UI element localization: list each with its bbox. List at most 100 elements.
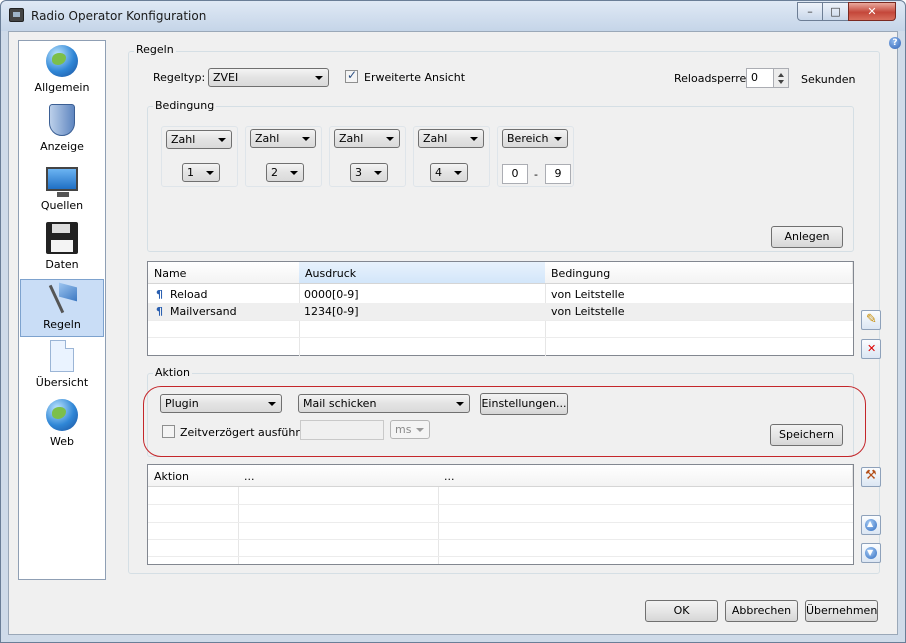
column-header-col2[interactable]: ... [238,465,439,487]
sidebar-item-quellen[interactable]: Quellen [20,161,104,219]
condition-type-select-2[interactable]: Zahl [250,129,316,148]
sidebar-item-label: Übersicht [35,376,89,389]
condition-value-select-4[interactable]: 4 [430,163,468,182]
globe-icon [46,45,78,77]
title-bar[interactable]: Radio Operator Konfiguration – □ ✕ [1,1,905,31]
condition-value-select-3[interactable]: 3 [350,163,388,182]
spin-up-icon[interactable] [778,73,784,77]
paragraph-icon: ¶ [156,288,163,301]
column-divider [438,487,439,564]
erweitert-label: Erweiterte Ansicht [364,71,466,84]
bereich-type-value: Bereich [507,132,549,145]
chevron-down-icon [456,402,464,406]
chevron-down-icon [416,428,424,432]
sidebar-item-regeln[interactable]: Regeln [20,279,104,337]
row-divider [148,556,853,557]
monitor-icon [46,167,78,197]
radio-app-icon [9,8,24,22]
sekunden-label: Sekunden [801,73,856,86]
chevron-down-icon [302,137,310,141]
anlegen-button[interactable]: Anlegen [771,226,843,248]
maximize-button[interactable]: □ [822,2,849,21]
column-header-col3[interactable]: ... [438,465,853,487]
zeitverzoegert-checkbox[interactable] [162,425,175,438]
condition-value-select-1[interactable]: 1 [182,163,220,182]
client-area: ? Allgemein Anzeige Quellen Daten Regeln [8,31,901,635]
regeltyp-label: Regeltyp: [153,71,206,84]
chevron-down-icon [290,171,298,175]
bedingung-legend: Bedingung [153,99,217,112]
condition-type-select-3[interactable]: Zahl [334,129,400,148]
column-header-aktion[interactable]: Aktion [148,465,239,487]
plugin-value: Mail schicken [303,397,377,410]
condition-type-select-4[interactable]: Zahl [418,129,484,148]
chevron-down-icon [554,137,562,141]
web-globe-icon [46,399,78,431]
plugin-select[interactable]: Mail schicken [298,394,470,413]
rule-ausdruck: 0000[0-9] [304,288,359,301]
delay-unit-select[interactable]: ms [390,420,430,439]
close-button[interactable]: ✕ [848,2,896,21]
floppy-disk-icon [46,222,78,254]
delay-input[interactable] [300,420,384,440]
row-divider [148,522,853,523]
shield-icon [49,104,75,136]
bereich-from-input[interactable]: 0 [502,164,528,184]
regeltyp-select[interactable]: ZVEI [208,68,329,87]
abbrechen-button[interactable]: Abbrechen [725,600,798,622]
spin-down-icon[interactable] [778,80,784,84]
sidebar-item-anzeige[interactable]: Anzeige [20,102,104,160]
rules-table: Name Ausdruck Bedingung ¶ Reload 0000[0-… [147,261,854,356]
sidebar-item-uebersicht[interactable]: Übersicht [20,338,104,396]
bereich-to-input[interactable]: 9 [545,164,571,184]
sidebar-item-label: Regeln [43,318,81,331]
table-row[interactable]: ¶ Mailversand 1234[0-9] von Leitstelle [148,303,853,320]
column-divider [238,487,239,564]
aktion-type-select[interactable]: Plugin [160,394,282,413]
condition-type-select-1[interactable]: Zahl [166,130,232,149]
chevron-down-icon [454,171,462,175]
speichern-button[interactable]: Speichern [770,424,843,446]
condition-value-select-2[interactable]: 2 [266,163,304,182]
reloadsperre-input[interactable]: 0 [746,68,774,88]
einstellungen-button[interactable]: Einstellungen... [480,393,568,415]
row-divider [148,504,853,505]
column-header-ausdruck[interactable]: Ausdruck [299,262,546,284]
bereich-type-select[interactable]: Bereich [502,129,568,148]
sidebar-item-daten[interactable]: Daten [20,220,104,278]
row-divider [148,337,853,338]
table-row[interactable]: ¶ Reload 0000[0-9] von Leitstelle [148,286,853,303]
bereich-separator: - [534,168,538,181]
reloadsperre-label: Reloadsperre: [674,72,750,85]
actions-table: Aktion ... ... [147,464,854,565]
tool-icon[interactable] [861,467,881,487]
sidebar-item-web[interactable]: Web [20,397,104,455]
sidebar-item-allgemein[interactable]: Allgemein [20,43,104,101]
sidebar-item-label: Allgemein [34,81,90,94]
delete-rule-icon[interactable] [861,339,881,359]
regeln-legend: Regeln [134,43,176,56]
condition-value: 3 [355,166,362,179]
config-window: Radio Operator Konfiguration – □ ✕ ? All… [0,0,906,643]
sidebar: Allgemein Anzeige Quellen Daten Regeln Ü… [18,40,106,580]
column-header-bedingung[interactable]: Bedingung [545,262,853,284]
move-up-icon[interactable] [861,515,881,535]
minimize-button[interactable]: – [797,2,823,21]
delay-unit-value: ms [395,423,412,436]
move-down-icon[interactable] [861,543,881,563]
uebernehmen-button[interactable]: Übernehmen [805,600,878,622]
chevron-down-icon [315,76,323,80]
ok-button[interactable]: OK [645,600,718,622]
row-divider [148,539,853,540]
sidebar-item-label: Anzeige [40,140,84,153]
flag-icon [47,282,79,314]
chevron-down-icon [374,171,382,175]
column-header-name[interactable]: Name [148,262,300,284]
edit-rule-icon[interactable] [861,310,881,330]
help-icon[interactable]: ? [889,37,901,49]
condition-type-value: Zahl [255,132,280,145]
condition-type-value: Zahl [423,132,448,145]
reloadsperre-spinner[interactable] [773,68,789,88]
chevron-down-icon [206,171,214,175]
erweitert-checkbox[interactable] [345,68,358,83]
